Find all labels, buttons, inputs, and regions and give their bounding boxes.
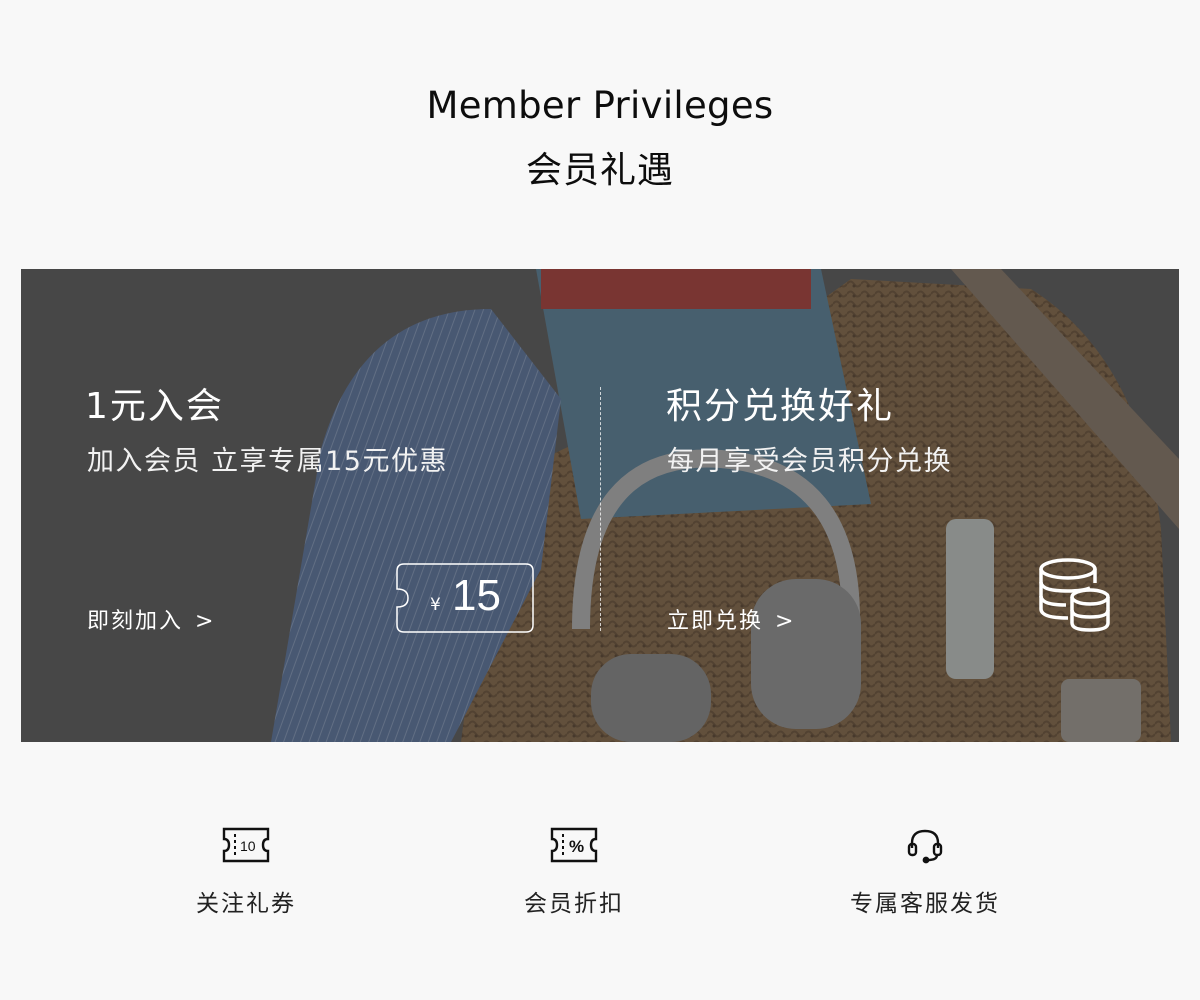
feature-label: 会员折扣 — [524, 891, 624, 917]
page-title-en: Member Privileges — [426, 84, 774, 127]
ticket-10-text: 10 — [240, 838, 256, 854]
headset-icon — [907, 829, 943, 864]
feature-exclusive-service[interactable]: 专属客服发货 — [805, 826, 1045, 918]
chevron-right-icon: > — [195, 609, 216, 634]
join-card-title: 1元入会 — [85, 386, 224, 427]
feature-label: 专属客服发货 — [850, 891, 1000, 917]
join-now-label: 即刻加入 — [87, 609, 184, 634]
coupon-currency: ¥ — [430, 595, 441, 615]
privileges-banner: 1元入会 加入会员 立享专属15元优惠 即刻加入 > ¥ 15 积分兑换好礼 每月… — [21, 269, 1179, 742]
member-privileges-page: Member Privileges 会员礼遇 1元入会 加入会员 立享专属15元… — [0, 0, 1200, 1000]
feature-label: 关注礼券 — [196, 891, 296, 917]
ticket-percent-icon: % — [550, 827, 598, 863]
feature-follow-coupon[interactable]: 10 关注礼券 — [126, 826, 366, 918]
points-card-subtitle: 每月享受会员积分兑换 — [667, 446, 952, 477]
redeem-now-label: 立即兑换 — [667, 609, 764, 634]
join-now-link[interactable]: 即刻加入 > — [87, 603, 215, 635]
page-title-zh: 会员礼遇 — [525, 150, 674, 191]
coupon-badge: ¥ 15 — [396, 563, 534, 633]
feature-member-discount[interactable]: % 会员折扣 — [454, 826, 694, 918]
ticket-percent-text: % — [569, 837, 584, 856]
card-divider — [600, 387, 601, 631]
chevron-right-icon: > — [775, 609, 796, 634]
join-card-subtitle: 加入会员 立享专属15元优惠 — [87, 446, 448, 477]
ticket-10-icon: 10 — [222, 827, 270, 863]
database-icon — [1039, 558, 1110, 632]
points-card-title: 积分兑换好礼 — [666, 386, 895, 427]
redeem-now-link[interactable]: 立即兑换 > — [667, 603, 795, 635]
coupon-amount: 15 — [452, 571, 501, 620]
